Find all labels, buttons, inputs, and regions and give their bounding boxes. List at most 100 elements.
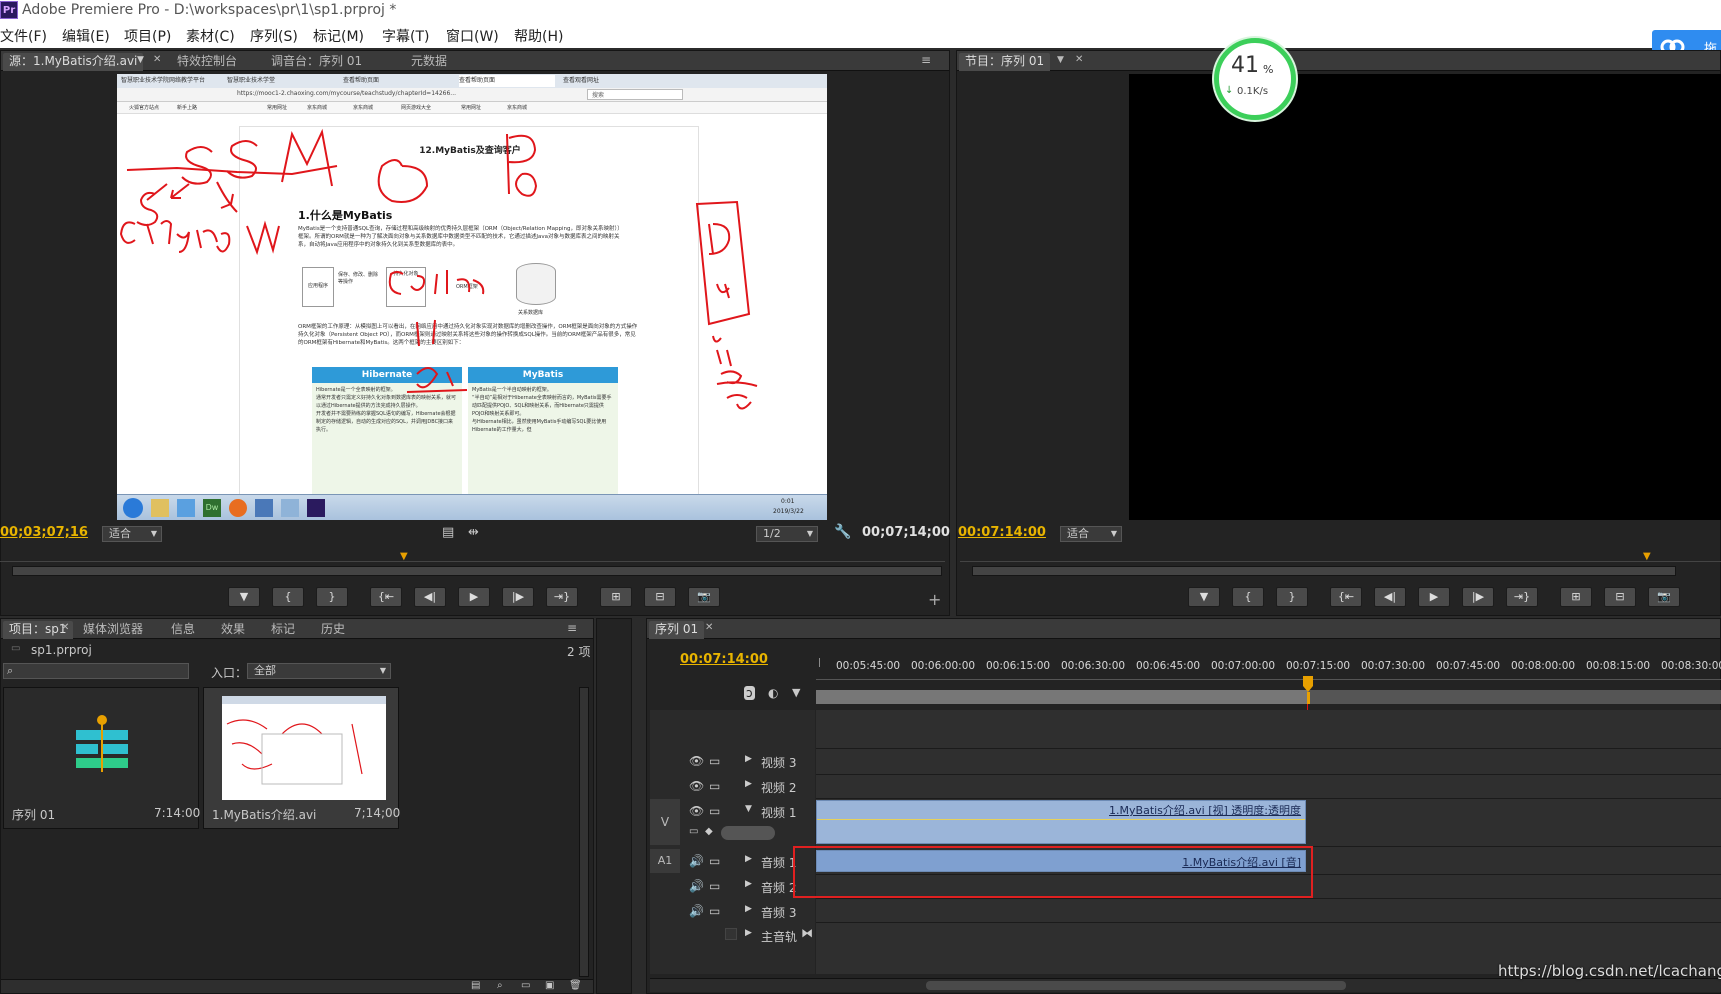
project-item-clip[interactable]: 1.MyBatis介绍.avi 7;14;00 <box>203 687 400 829</box>
track-header-video2[interactable]: 👁 ▭ ▶ 视频 2 <box>653 775 815 799</box>
eye-icon[interactable]: 👁 <box>689 754 704 768</box>
track-header-video3[interactable]: 👁 ▭ ▶ 视频 3 <box>653 750 815 774</box>
find-icon[interactable]: ⌕ <box>497 980 503 991</box>
menu-window[interactable]: 窗口(W) <box>446 26 499 46</box>
close-icon[interactable]: ✕ <box>1075 54 1083 65</box>
track-header-master[interactable]: ▶ 主音轨 ⧓ <box>653 924 815 948</box>
timeline-scrollbar[interactable] <box>650 978 1721 992</box>
lock-icon[interactable]: ▭ <box>709 754 720 768</box>
play-button[interactable]: ▶ <box>1418 587 1450 607</box>
go-to-in-button[interactable]: {⇤ <box>370 587 402 607</box>
tab-media-browser[interactable]: 媒体浏览器 <box>77 621 149 639</box>
program-zoom-bar[interactable] <box>972 566 1676 576</box>
mark-in-button[interactable]: { <box>272 587 304 607</box>
delete-icon[interactable]: 🗑 <box>569 980 582 991</box>
tab-effects[interactable]: 效果 <box>215 621 251 639</box>
go-to-out-button[interactable]: ⇥} <box>546 587 578 607</box>
marker-icon[interactable]: ▼ <box>792 686 800 699</box>
expand-icon[interactable]: ▼ <box>745 804 752 814</box>
track-header-video1[interactable]: 👁 ▭ ▼ 视频 1 ▭ ◆ <box>653 800 815 844</box>
close-icon[interactable]: ✕ <box>61 622 69 633</box>
menu-file[interactable]: 文件(F) <box>0 26 47 46</box>
export-frame-button[interactable]: 📷 <box>1648 587 1680 607</box>
track-header-audio1[interactable]: 🔊 ▭ ▶ 音频 1 <box>653 850 815 874</box>
chevron-down-icon[interactable]: ▼ <box>1057 55 1064 65</box>
timeline-playhead-handle[interactable] <box>1303 676 1313 704</box>
tab-history[interactable]: 历史 <box>315 621 351 639</box>
step-forward-button[interactable]: |▶ <box>502 587 534 607</box>
lock-icon[interactable]: ▭ <box>709 879 720 893</box>
bowtie-icon[interactable]: ⧓ <box>801 926 813 940</box>
work-area-bar[interactable] <box>816 690 1721 704</box>
mute-icon[interactable] <box>725 928 737 940</box>
mark-out-button[interactable]: } <box>316 587 348 607</box>
sync-lock-icon[interactable]: ◐ <box>768 686 778 700</box>
work-area-range[interactable] <box>816 690 1308 704</box>
mark-in-button[interactable]: { <box>1232 587 1264 607</box>
playhead-icon[interactable]: ▼ <box>400 551 408 562</box>
eye-icon[interactable]: 👁 <box>689 804 704 818</box>
add-marker-button[interactable]: ▼ <box>228 587 260 607</box>
project-item-sequence[interactable]: 序列 01 7:14:00 <box>3 687 200 829</box>
insert-button[interactable]: ⊞ <box>600 587 632 607</box>
go-to-in-button[interactable]: {⇤ <box>1330 587 1362 607</box>
eye-icon[interactable]: 👁 <box>689 779 704 793</box>
expand-icon[interactable]: ▶ <box>745 928 752 938</box>
expand-icon[interactable]: ▶ <box>745 754 752 764</box>
list-view-icon[interactable]: ▤ <box>471 980 480 991</box>
lock-icon[interactable]: ▭ <box>709 904 720 918</box>
expand-icon[interactable]: ▶ <box>745 779 752 789</box>
source-zoom-bar[interactable] <box>12 566 942 576</box>
menu-project[interactable]: 项目(P) <box>124 26 171 46</box>
tab-markers[interactable]: 标记 <box>265 621 301 639</box>
search-input[interactable]: ⌕ <box>3 663 189 679</box>
menu-help[interactable]: 帮助(H) <box>514 26 563 46</box>
speaker-icon[interactable]: 🔊 <box>689 854 704 868</box>
add-button-icon[interactable]: + <box>928 590 941 609</box>
scroll-thumb[interactable] <box>926 981 1346 990</box>
menu-edit[interactable]: 编辑(E) <box>62 26 110 46</box>
in-select[interactable]: 全部 ▼ <box>247 663 391 679</box>
program-fit-select[interactable]: 适合 ▼ <box>1060 526 1122 542</box>
menu-title[interactable]: 字幕(T) <box>382 26 429 46</box>
video-clip[interactable]: 1.MyBatis介绍.avi [视] 透明度:透明度 <box>816 800 1306 844</box>
expand-icon[interactable]: ▶ <box>745 879 752 889</box>
panel-menu-icon[interactable]: ≡ <box>567 621 577 635</box>
settings-icon[interactable]: ▤ <box>442 525 454 540</box>
add-marker-button[interactable]: ▼ <box>1188 587 1220 607</box>
go-to-out-button[interactable]: ⇥} <box>1506 587 1538 607</box>
source-timecode[interactable]: 00;03;07;16 <box>0 525 88 540</box>
extract-button[interactable]: ⊟ <box>1604 587 1636 607</box>
step-back-button[interactable]: ◀| <box>1374 587 1406 607</box>
close-icon[interactable]: ✕ <box>153 54 161 65</box>
panel-menu-icon[interactable]: ≡ <box>921 53 931 67</box>
step-back-button[interactable]: ◀| <box>414 587 446 607</box>
tab-effect-controls[interactable]: 特效控制台 <box>171 53 243 71</box>
playhead-icon[interactable]: ▼ <box>1643 551 1651 562</box>
export-frame-button[interactable]: 📷 <box>688 587 720 607</box>
lock-icon[interactable]: ▭ <box>709 854 720 868</box>
opacity-line[interactable] <box>817 819 1305 820</box>
display-style-icon[interactable]: ▭ <box>689 826 698 837</box>
speaker-icon[interactable]: 🔊 <box>689 904 704 918</box>
play-button[interactable]: ▶ <box>458 587 490 607</box>
lock-icon[interactable]: ▭ <box>709 779 720 793</box>
tab-source[interactable]: 源：1.MyBatis介绍.avi <box>3 53 144 71</box>
new-item-icon[interactable]: ▣ <box>545 980 554 991</box>
tab-sequence[interactable]: 序列 01 <box>649 621 705 639</box>
timeline-timecode[interactable]: 00:07:14:00 <box>680 652 768 667</box>
expand-icon[interactable]: ▶ <box>745 854 752 864</box>
lift-button[interactable]: ⊞ <box>1560 587 1592 607</box>
lock-icon[interactable]: ▭ <box>709 804 720 818</box>
track-header-audio2[interactable]: 🔊 ▭ ▶ 音频 2 <box>653 875 815 899</box>
tab-program[interactable]: 节目：序列 01 <box>959 53 1051 71</box>
keyframe-nav[interactable] <box>721 826 775 840</box>
menu-marker[interactable]: 标记(M) <box>313 26 364 46</box>
source-fit-select[interactable]: 适合 ▼ <box>102 526 162 542</box>
expand-icon[interactable]: ▶ <box>745 904 752 914</box>
overwrite-button[interactable]: ⊟ <box>644 587 676 607</box>
page-select[interactable]: 1/2 ▼ <box>756 526 818 542</box>
menu-clip[interactable]: 素材(C) <box>186 26 235 46</box>
chevron-down-icon[interactable]: ▼ <box>137 55 144 65</box>
close-icon[interactable]: ✕ <box>705 622 713 633</box>
